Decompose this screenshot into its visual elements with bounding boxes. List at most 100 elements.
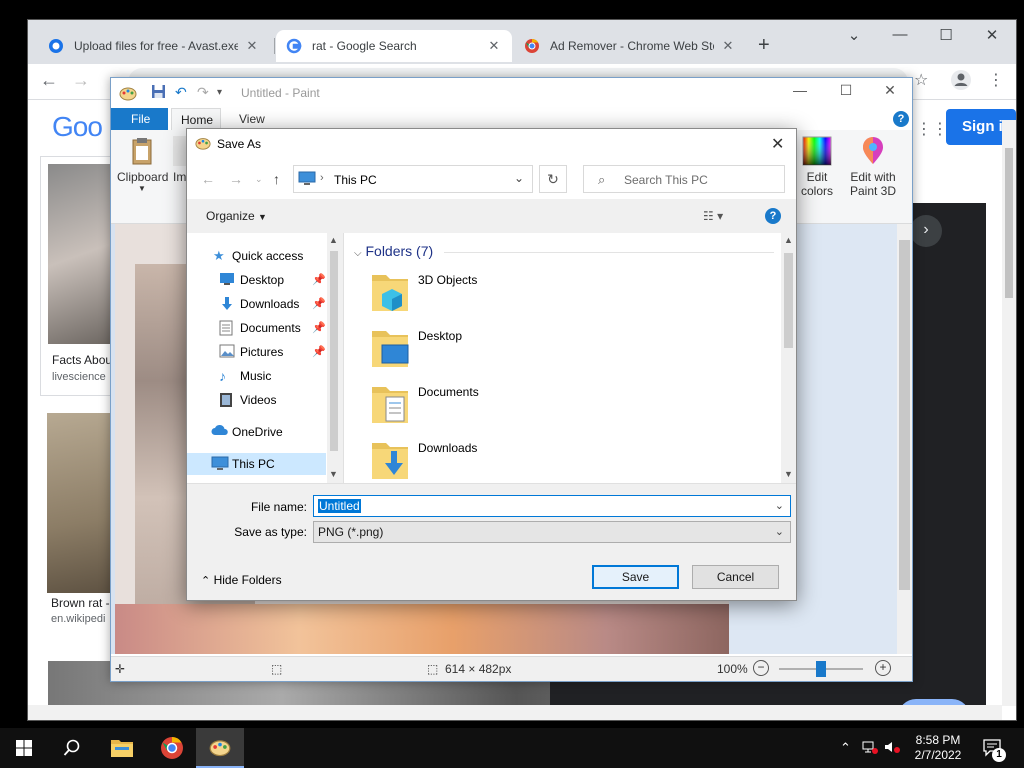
show-hidden-icons-chevron-icon[interactable]: ⌃ <box>840 740 851 756</box>
tab-rat-google-search[interactable]: rat - Google Search ✕ <box>276 30 512 62</box>
next-result-chevron-icon[interactable]: › <box>910 215 942 247</box>
navigation-pane: ★ Quick access Desktop 📌 Downloads 📌 Doc… <box>187 233 341 483</box>
cancel-button[interactable]: Cancel <box>692 565 779 589</box>
folder-3d-objects[interactable]: 3D Objects <box>370 269 570 321</box>
tab-close-icon[interactable]: ✕ <box>486 38 502 54</box>
chrome-menu-icon[interactable]: ⋮ <box>988 70 1004 90</box>
action-center-button[interactable]: 1 <box>982 738 1006 762</box>
nav-this-pc[interactable]: This PC <box>187 453 326 475</box>
google-logo[interactable]: Goo <box>52 111 103 143</box>
forward-arrow-icon[interactable]: → <box>72 70 90 91</box>
nav-videos[interactable]: Videos <box>187 389 326 411</box>
navigation-scrollbar[interactable]: ▲ ▼ <box>327 233 341 483</box>
scroll-up-icon[interactable]: ▲ <box>784 235 793 245</box>
tab-ad-remover[interactable]: Ad Remover - Chrome Web Stor ✕ <box>514 30 746 62</box>
new-tab-button[interactable]: + <box>758 34 770 57</box>
taskbar-clock[interactable]: 8:58 PM 2/7/2022 <box>905 733 971 763</box>
chrome-minimize-button[interactable]: — <box>880 26 920 43</box>
scrollbar-thumb[interactable] <box>330 251 338 451</box>
image-result-card[interactable]: Brown rat - en.wikipedi <box>40 406 120 646</box>
scrollbar-thumb[interactable] <box>899 240 910 590</box>
nav-pictures[interactable]: Pictures 📌 <box>187 341 326 363</box>
view-options-icon[interactable]: ☷ ▾ <box>703 209 723 223</box>
folder-downloads[interactable]: Downloads <box>370 437 570 489</box>
save-as-type-select[interactable]: PNG (*.png) ⌄ <box>313 521 791 543</box>
address-breadcrumb[interactable]: › This PC ⌄ <box>293 165 533 193</box>
this-pc-icon <box>298 171 316 190</box>
save-button[interactable]: Save <box>592 565 679 589</box>
refresh-icon[interactable]: ↻ <box>539 165 567 193</box>
zoom-in-icon[interactable]: + <box>875 660 891 676</box>
file-explorer-taskbar-button[interactable] <box>98 728 146 768</box>
nav-music[interactable]: ♪ Music <box>187 365 326 387</box>
chrome-close-button[interactable]: ✕ <box>972 26 1012 44</box>
scroll-down-icon[interactable]: ▼ <box>784 469 793 479</box>
file-tab[interactable]: File <box>111 108 168 130</box>
forward-arrow-icon[interactable]: → <box>229 171 243 187</box>
scrollbar-thumb[interactable] <box>784 253 793 348</box>
scroll-up-icon[interactable]: ▲ <box>329 235 338 245</box>
google-apps-icon[interactable]: ⋮⋮ <box>916 119 948 139</box>
up-arrow-icon[interactable]: ↑ <box>273 171 280 187</box>
home-tab[interactable]: Home <box>171 108 221 130</box>
paint-minimize-button[interactable]: — <box>777 82 823 98</box>
folder-desktop[interactable]: Desktop <box>370 325 570 377</box>
hide-folders-button[interactable]: ⌃ Hide Folders <box>201 573 282 587</box>
organize-button[interactable]: Organize ▼ <box>206 209 267 223</box>
edit-with-paint3d-button[interactable]: Edit with Paint 3D <box>845 136 901 198</box>
volume-muted-icon[interactable] <box>884 740 900 757</box>
folder-documents[interactable]: Documents <box>370 381 570 433</box>
chrome-taskbar-button[interactable] <box>148 728 196 768</box>
dialog-help-icon[interactable]: ? <box>765 208 781 224</box>
back-arrow-icon[interactable]: ← <box>40 70 58 91</box>
nav-quick-access[interactable]: ★ Quick access <box>187 245 326 267</box>
paint-help-icon[interactable]: ? <box>893 111 909 127</box>
page-vertical-scrollbar[interactable] <box>1002 120 1016 706</box>
clipboard-group[interactable]: Clipboard ▼ <box>117 136 168 193</box>
taskbar-search-button[interactable] <box>48 728 96 768</box>
dialog-bottom-panel: File name: Untitled ⌄ Save as type: PNG … <box>187 483 796 600</box>
recent-locations-chevron-icon[interactable]: ⌄ <box>255 174 263 185</box>
nav-documents[interactable]: Documents 📌 <box>187 317 326 339</box>
start-button[interactable] <box>0 728 48 768</box>
back-arrow-icon[interactable]: ← <box>201 171 215 187</box>
view-tab[interactable]: View <box>239 112 265 126</box>
redo-icon[interactable]: ↷ <box>197 84 209 101</box>
customize-qat-chevron-icon[interactable]: ▾ <box>217 87 222 98</box>
scroll-down-icon[interactable]: ▼ <box>329 469 338 479</box>
profile-avatar-icon[interactable] <box>950 69 972 96</box>
zoom-out-icon[interactable]: − <box>753 660 769 676</box>
edit-colors-icon <box>802 136 832 166</box>
folders-group-header[interactable]: ⌵ Folders (7) <box>354 243 433 259</box>
nav-label: Music <box>240 369 272 383</box>
file-name-dropdown-icon[interactable]: ⌄ <box>775 499 784 512</box>
bookmark-star-icon[interactable]: ☆ <box>914 70 928 90</box>
tab-search-chevron-icon[interactable]: ⌄ <box>834 26 874 44</box>
scrollbar-thumb[interactable] <box>1005 148 1013 298</box>
tab-avast-upload[interactable]: Upload files for free - Avast.exe - ✕ <box>38 30 270 62</box>
undo-icon[interactable]: ↶ <box>175 84 187 101</box>
save-floppy-icon[interactable] <box>151 84 166 102</box>
tab-close-icon[interactable]: ✕ <box>720 38 736 54</box>
nav-downloads[interactable]: Downloads 📌 <box>187 293 326 315</box>
page-horizontal-scrollbar[interactable] <box>28 705 1002 720</box>
chrome-maximize-button[interactable]: ☐ <box>926 26 966 44</box>
search-box[interactable]: ⌕ Search This PC <box>583 165 785 193</box>
canvas-vertical-scrollbar[interactable] <box>897 224 912 654</box>
paint-close-button[interactable]: ✕ <box>867 82 912 99</box>
image-result-card[interactable]: Facts Abou livescience <box>40 156 120 396</box>
paint-taskbar-button[interactable] <box>196 728 244 768</box>
tab-close-icon[interactable]: ✕ <box>244 38 260 54</box>
dialog-close-button[interactable]: ✕ <box>771 134 784 154</box>
nav-onedrive[interactable]: OneDrive <box>187 421 326 443</box>
edit-colors-button[interactable]: Edit colors <box>797 136 837 198</box>
nav-desktop[interactable]: Desktop 📌 <box>187 269 326 291</box>
file-name-input[interactable]: Untitled ⌄ <box>313 495 791 517</box>
zoom-slider-thumb[interactable] <box>816 661 826 677</box>
address-dropdown-icon[interactable]: ⌄ <box>514 171 524 185</box>
folder-view-scrollbar[interactable]: ▲ ▼ <box>781 233 796 483</box>
windows-logo-icon <box>16 740 32 756</box>
google-logo-text: Goo <box>52 111 103 142</box>
network-icon[interactable] <box>862 740 878 757</box>
paint-maximize-button[interactable]: ☐ <box>823 82 869 99</box>
